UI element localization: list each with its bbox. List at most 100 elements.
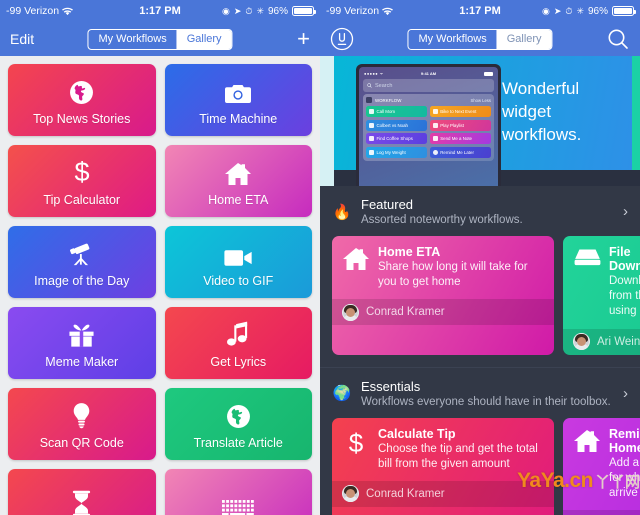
mock-time: 9:41 AM — [420, 71, 437, 76]
card-author: Conrad Kramer — [366, 487, 445, 500]
home-icon — [573, 427, 601, 502]
tile-label: Scan QR Code — [39, 435, 124, 450]
card-title: Home ETA — [378, 245, 441, 259]
workflow-grid: Top News Stories Time Machine $ Tip Calc… — [0, 56, 320, 515]
workflow-tile-top-news-stories[interactable]: Top News Stories — [8, 64, 156, 136]
segment-gallery[interactable]: Gallery — [496, 29, 552, 49]
avatar — [573, 333, 590, 351]
right-segmented-control[interactable]: My Workflows Gallery — [407, 28, 553, 50]
mock-action-label: Colbert vs Noah — [376, 122, 408, 128]
section-header-essentials[interactable]: 🌍 Essentials Workflows everyone should h… — [320, 368, 640, 418]
card-title: Calculate Tip — [378, 426, 456, 441]
workflow-tile-translate-article[interactable]: Translate Article — [164, 388, 312, 460]
card-description: Download files from the web using a URL — [609, 275, 640, 318]
segment-my-workflows[interactable]: My Workflows — [88, 30, 176, 49]
workflow-card-reminder-at-home[interactable]: Reminder at Home Add a reminder for when… — [563, 417, 640, 515]
inbox-tray-icon — [573, 245, 601, 320]
mock-action-label: Bike to Next Event — [440, 109, 477, 114]
workflow-tile-get-lyrics[interactable]: Get Lyrics — [164, 307, 312, 379]
status-bar-time: 1:17 PM — [459, 5, 501, 17]
mock-action-label: Find Coffee Shops — [376, 136, 413, 141]
workflow-tile-scan-qr-code[interactable]: Scan QR Code — [8, 388, 156, 460]
mock-action: Log My Weight — [366, 146, 428, 158]
search-icon — [367, 83, 372, 88]
hero-left-stripe — [320, 56, 334, 186]
flame-icon: 🔥 — [332, 203, 352, 221]
dollar-sign-icon: $ — [342, 427, 370, 472]
chevron-right-icon[interactable]: › — [623, 203, 628, 220]
svg-text:$: $ — [74, 157, 89, 186]
home-icon — [342, 245, 370, 290]
hero-banner[interactable]: ●●●●● ᯤ 9:41 AM Search WORKFLOW Show Les… — [320, 56, 640, 186]
workflow-tile-time-machine[interactable]: Time Machine — [164, 64, 312, 136]
tile-label: Top News Stories — [33, 111, 131, 126]
card-carousel-featured[interactable]: Home ETA Share how long it will take for… — [320, 236, 640, 367]
mock-status-bar: ●●●●● ᯤ 9:41 AM — [362, 70, 495, 77]
profile-icon[interactable] — [330, 27, 354, 51]
section-subtitle: Assorted noteworthy workflows. — [361, 214, 523, 226]
tile-label: Tip Calculator — [43, 192, 121, 207]
gift-icon — [68, 318, 95, 348]
dollar-sign-icon: $ — [72, 156, 92, 186]
workflow-tile-meme-maker[interactable]: Meme Maker — [8, 307, 156, 379]
svg-text:$: $ — [349, 429, 364, 456]
mock-action: Remind Me Later — [429, 146, 491, 158]
hero-right-stripe — [632, 56, 640, 186]
section-header-featured[interactable]: 🔥 Featured Assorted noteworthy workflows… — [320, 186, 640, 236]
right-screen: -99 Verizon 1:17 PM ◉ ➤ ⏱ ✳ 96% My Workf… — [320, 0, 640, 515]
section-title: Featured — [361, 197, 414, 212]
mock-show-less-label: Show Less — [470, 97, 491, 103]
tile-label: Get Lyrics — [210, 354, 267, 369]
section-subtitle: Workflows everyone should have in their … — [361, 395, 611, 408]
search-icon[interactable] — [606, 27, 630, 51]
keyboard-icon — [222, 487, 255, 515]
workflow-card-home-eta[interactable]: Home ETA Share how long it will take for… — [332, 236, 554, 355]
workflow-tile-video-to-gif[interactable]: Video to GIF — [164, 226, 312, 298]
avatar — [342, 485, 359, 503]
right-nav-bar: My Workflows Gallery — [320, 22, 640, 56]
video-camera-icon — [224, 237, 253, 267]
globe-icon — [69, 75, 94, 105]
add-workflow-button[interactable]: + — [297, 28, 310, 50]
status-bar-right: -99 Verizon 1:17 PM ◉ ➤ ⏱ ✳ 96% — [320, 0, 640, 22]
mock-action: Send Me a Note — [429, 133, 491, 144]
card-description: Add a reminder for when you arrive — [609, 456, 640, 499]
section-featured: 🔥 Featured Assorted noteworthy workflows… — [320, 186, 640, 368]
edit-button[interactable]: Edit — [10, 31, 34, 47]
segment-my-workflows[interactable]: My Workflows — [408, 29, 497, 49]
mock-action: Play Playlist — [429, 119, 491, 131]
workflow-card-calculate-tip[interactable]: $ Calculate Tip Choose the tip and get t… — [332, 417, 554, 515]
workflow-card-file-downloader[interactable]: File Downloader Download files from the … — [563, 236, 640, 355]
widget-mockup: ●●●●● ᯤ 9:41 AM Search WORKFLOW Show Les… — [356, 64, 501, 186]
mock-action-grid: Call Mom Bike to Next Event Colbert vs N… — [366, 106, 491, 158]
chevron-right-icon[interactable]: › — [623, 385, 628, 402]
mock-action-label: Log My Weight — [376, 149, 406, 155]
section-essentials: 🌍 Essentials Workflows everyone should h… — [320, 368, 640, 515]
workflow-tile-home-eta[interactable]: Home ETA — [164, 145, 312, 217]
workflow-tile-hourglass[interactable] — [8, 469, 156, 515]
card-description: Share how long it will take for you to g… — [378, 261, 528, 289]
battery-icon — [292, 6, 316, 16]
mock-action-label: Send Me a Note — [440, 136, 472, 141]
battery-icon — [612, 6, 636, 16]
mock-action-label: Play Playlist — [440, 122, 464, 128]
left-segmented-control[interactable]: My Workflows Gallery — [87, 28, 233, 50]
workflow-tile-keyboard[interactable] — [164, 469, 312, 515]
mock-search-field: Search — [363, 79, 494, 92]
hero-headline: Wonderful widget workflows. — [502, 79, 582, 144]
card-author: Conrad Kramer — [366, 306, 445, 319]
card-carousel-essentials[interactable]: $ Calculate Tip Choose the tip and get t… — [320, 417, 640, 515]
globe-icon: 🌍 — [332, 385, 352, 403]
mock-action: Call Mom — [366, 106, 428, 117]
tile-label: Image of the Day — [34, 273, 130, 288]
mock-action: Find Coffee Shops — [366, 133, 428, 144]
globe-icon — [226, 399, 251, 429]
card-description: Choose the tip and get the total bill fr… — [378, 442, 538, 470]
tile-label: Translate Article — [193, 435, 283, 450]
dual-screenshot: -99 Verizon 1:17 PM ◉ ➤ ⏱ ✳ 96% Edit My … — [0, 0, 640, 515]
workflow-logo-icon — [366, 97, 372, 103]
workflow-tile-tip-calculator[interactable]: $ Tip Calculator — [8, 145, 156, 217]
segment-gallery[interactable]: Gallery — [176, 29, 232, 49]
workflow-tile-image-of-the-day[interactable]: Image of the Day — [8, 226, 156, 298]
tile-label: Home ETA — [208, 192, 269, 207]
